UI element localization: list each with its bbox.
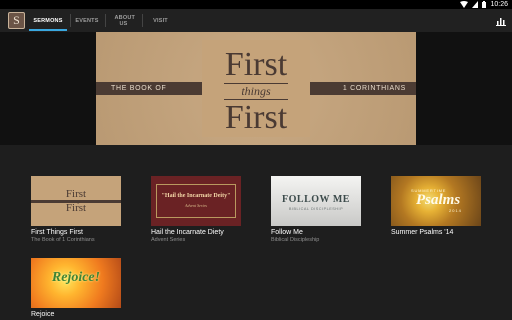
tab-divider	[105, 14, 106, 27]
stats-button[interactable]	[495, 14, 507, 26]
banner-word-top: First	[224, 46, 288, 83]
sermon-thumbnail: First things First	[31, 176, 121, 226]
wifi-icon	[460, 1, 469, 8]
signal-icon	[472, 1, 479, 8]
thumb-subtitle: BIBLICAL DISCIPLESHIP	[288, 207, 344, 211]
thumb-frame	[156, 184, 236, 218]
sermon-subtitle: The Book of 1 Corinthians	[31, 237, 95, 243]
active-tab-indicator	[29, 29, 67, 31]
banner-left-caption: THE BOOK OF	[111, 85, 167, 92]
sermon-title: Hail the Incarnate Diety	[151, 229, 224, 236]
sermon-title: Rejoice	[31, 311, 55, 318]
sermon-card[interactable]: "Hail the Incarnate Deity" Advent Series…	[151, 176, 241, 244]
thumb-title: Psalms	[416, 192, 461, 208]
sermon-thumbnail: "Hail the Incarnate Deity" Advent Series	[151, 176, 241, 226]
tab-events[interactable]: EVENTS	[72, 9, 102, 32]
thumb-title: Rejoice!	[51, 270, 101, 285]
sermon-title: First Things First	[31, 229, 83, 236]
tab-visit[interactable]: VISIT	[147, 9, 174, 32]
status-bar: 10:26	[0, 0, 512, 9]
sermon-card[interactable]: First things First First Things First Th…	[31, 176, 121, 244]
tab-about-us[interactable]: ABOUT US	[107, 9, 140, 32]
sermon-subtitle: Biblical Discipleship	[271, 237, 320, 243]
banner-word-bottom: First	[224, 99, 288, 136]
app-bar: S SERMONS EVENTS ABOUT US VISIT	[0, 9, 512, 32]
thumb-title: FOLLOW ME	[282, 194, 350, 205]
banner-right-caption: 1 CORINTHIANS	[342, 85, 406, 92]
sermon-title: Summer Psalms '14	[391, 229, 454, 236]
tab-divider	[70, 14, 71, 27]
thumb-year: 2014	[449, 208, 462, 213]
sermon-thumbnail: FOLLOW ME BIBLICAL DISCIPLESHIP	[271, 176, 361, 226]
sermon-subtitle: Advent Series	[151, 237, 186, 243]
status-time: 10:26	[490, 1, 508, 8]
tab-divider	[142, 14, 143, 27]
app-logo[interactable]: S	[8, 12, 25, 29]
sermon-thumbnail: SUMMERTIME Psalms 2014	[391, 176, 481, 226]
thumb-word-bottom: First	[65, 202, 87, 214]
status-icons: 10:26	[460, 0, 508, 9]
sermon-card[interactable]: Rejoice! Rejoice	[31, 258, 121, 319]
bar-chart-icon	[496, 18, 506, 26]
thumb-subtitle: Advent Series	[185, 203, 207, 208]
banner-word-middle: things	[241, 84, 271, 98]
sermon-card[interactable]: SUMMERTIME Psalms 2014 Summer Psalms '14	[391, 176, 481, 237]
sermon-title: Follow Me	[271, 229, 303, 236]
banner-title-block: First things First	[202, 40, 310, 137]
featured-sermon-banner[interactable]: THE BOOK OF 1 CORINTHIANS First things F…	[96, 32, 416, 145]
sermon-card[interactable]: FOLLOW ME BIBLICAL DISCIPLESHIP Follow M…	[271, 176, 361, 244]
sermon-thumbnail: Rejoice!	[31, 258, 121, 308]
thumb-title: "Hail the Incarnate Deity"	[161, 193, 231, 199]
battery-icon	[482, 1, 487, 8]
